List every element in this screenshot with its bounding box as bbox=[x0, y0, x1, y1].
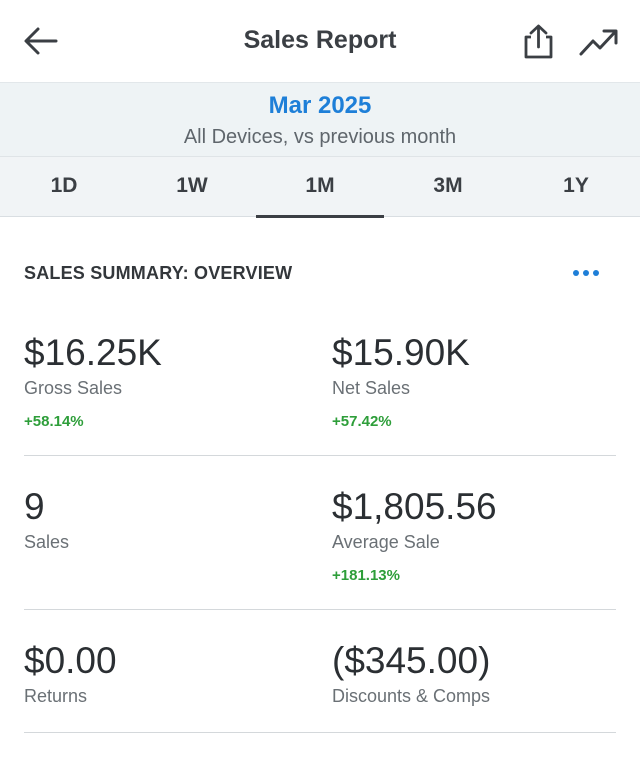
row-divider bbox=[24, 732, 616, 733]
row-divider bbox=[24, 455, 616, 456]
net-sales-change: +57.42% bbox=[332, 413, 392, 430]
period-selector: Mar 2025 All Devices, vs previous month bbox=[0, 82, 640, 156]
share-icon bbox=[524, 24, 553, 59]
tab-1m[interactable]: 1M bbox=[256, 157, 384, 218]
top-bar: Sales Report bbox=[0, 0, 640, 82]
section-title: SALES SUMMARY: OVERVIEW bbox=[24, 263, 293, 283]
discounts-comps-label: Discounts & Comps bbox=[332, 686, 491, 706]
tab-1w[interactable]: 1W bbox=[128, 157, 256, 217]
average-sale-value: $1,805.56 bbox=[332, 486, 497, 527]
tab-1y[interactable]: 1Y bbox=[512, 157, 640, 217]
discounts-comps-value: ($345.00) bbox=[332, 640, 491, 681]
sales-count-value: 9 bbox=[24, 486, 45, 527]
gross-sales-label: Gross Sales bbox=[24, 378, 123, 398]
returns-label: Returns bbox=[24, 686, 88, 706]
gross-sales-value: $16.25K bbox=[24, 332, 162, 373]
period-subtitle: All Devices, vs previous month bbox=[183, 126, 457, 148]
row-divider bbox=[24, 609, 616, 610]
sales-report-screen: Sales Report Mar 2025 All Devices, vs pr… bbox=[0, 0, 640, 763]
returns-value: $0.00 bbox=[24, 640, 117, 681]
tab-3m[interactable]: 3M bbox=[384, 157, 512, 217]
more-horizontal-icon bbox=[573, 270, 599, 276]
more-options-button[interactable] bbox=[570, 262, 602, 284]
net-sales-value: $15.90K bbox=[332, 332, 470, 373]
trending-up-icon bbox=[579, 29, 618, 56]
average-sale-label: Average Sale bbox=[332, 532, 440, 552]
net-sales-label: Net Sales bbox=[332, 378, 411, 398]
share-button[interactable] bbox=[520, 23, 558, 61]
range-tabs: 1D 1W 1M 3M 1Y bbox=[0, 156, 640, 218]
tab-1d[interactable]: 1D bbox=[0, 157, 128, 217]
average-sale-change: +181.13% bbox=[332, 567, 400, 584]
gross-sales-change: +58.14% bbox=[24, 413, 84, 430]
trends-button[interactable] bbox=[578, 23, 620, 61]
period-month-button[interactable]: Mar 2025 bbox=[0, 92, 640, 120]
sales-count-label: Sales bbox=[24, 532, 70, 552]
